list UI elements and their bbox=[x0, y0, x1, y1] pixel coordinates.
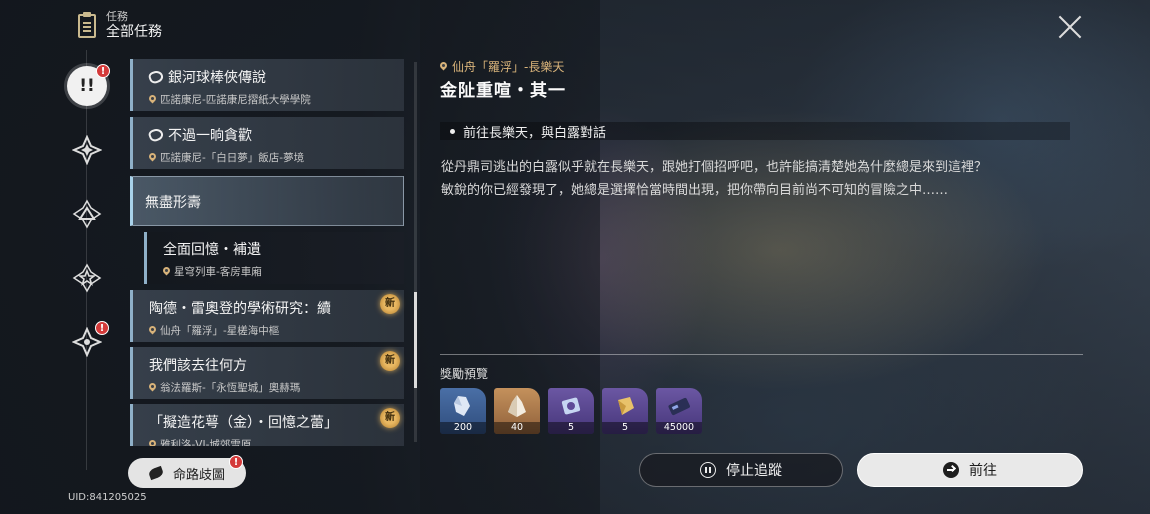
location-pin-icon bbox=[149, 153, 156, 162]
path-map-alert-badge: ! bbox=[229, 455, 243, 469]
header-section: 任務 bbox=[106, 10, 128, 23]
exclamation-icon: !! bbox=[79, 76, 95, 96]
reward-list: 200 40 5 5 45000 bbox=[440, 388, 702, 434]
arrow-right-icon bbox=[943, 462, 959, 478]
location-pin-icon bbox=[149, 383, 156, 392]
reward-quantity: 40 bbox=[494, 422, 540, 434]
purple-material-icon bbox=[561, 397, 581, 415]
quest-location: 翁法羅斯-「永恆聖城」奧赫瑪 bbox=[160, 382, 301, 394]
bullet-icon bbox=[450, 128, 455, 134]
quest-description-line: 從丹鼎司逃出的白露似乎就在長樂天，跟她打個招呼吧，也許能搞清楚她為什麼總是來到這… bbox=[441, 160, 988, 175]
star-emblem-icon bbox=[72, 263, 102, 293]
reward-item[interactable]: 5 bbox=[602, 388, 648, 434]
quest-description: 從丹鼎司逃出的白露似乎就在長樂天，跟她打個招呼吧，也許能搞清楚她為什麼總是來到這… bbox=[441, 156, 1081, 202]
quest-type-icon bbox=[149, 71, 163, 83]
quest-location: 仙舟「羅浮」-星槎海中樞 bbox=[160, 325, 280, 337]
quest-title: 銀河球棒俠傳說 bbox=[168, 70, 266, 86]
credit-icon bbox=[668, 397, 690, 416]
quest-group-title: 無盡形壽 bbox=[145, 195, 201, 211]
quest-title: 全面回憶・補遺 bbox=[163, 242, 261, 258]
quest-group-header[interactable]: 無盡形壽 bbox=[130, 176, 404, 226]
quest-list-item[interactable]: 我們該去往何方 翁法羅斯-「永恆聖城」奧赫瑪 新 bbox=[130, 347, 404, 399]
triangle-emblem-icon bbox=[72, 199, 102, 229]
new-badge: 新 bbox=[380, 408, 400, 428]
reward-quantity: 5 bbox=[548, 422, 594, 434]
new-badge: 新 bbox=[380, 351, 400, 371]
rail-category-button-3[interactable] bbox=[66, 257, 108, 299]
pause-icon bbox=[700, 462, 716, 478]
quest-detail-title: 金阯重喧・其一 bbox=[440, 81, 566, 101]
quest-list: 銀河球棒俠傳說 匹諾康尼-匹諾康尼摺紙大學學院 不過一晌貪歡 匹諾康尼-「白日夢… bbox=[130, 52, 406, 446]
location-pin-icon bbox=[440, 62, 447, 71]
gold-material-icon bbox=[618, 397, 634, 415]
rail-category-button-1[interactable] bbox=[66, 129, 108, 171]
quest-description-line: 敏銳的你已經發現了，她總是選擇恰當時間出現，把你帶向目前尚不可知的冒險之中…… bbox=[441, 183, 949, 198]
clipboard-icon bbox=[78, 11, 96, 38]
quest-type-icon bbox=[149, 129, 163, 141]
location-pin-icon bbox=[149, 440, 156, 446]
reward-item[interactable]: 200 bbox=[440, 388, 486, 434]
quest-location: 匹諾康尼-「白日夢」飯店-夢境 bbox=[160, 152, 305, 164]
page-title: 全部任務 bbox=[106, 24, 162, 40]
location-pin-icon bbox=[149, 95, 156, 104]
stop-tracking-label: 停止追蹤 bbox=[726, 463, 782, 479]
quest-title: 我們該去往何方 bbox=[149, 358, 247, 374]
quest-list-item[interactable]: 不過一晌貪歡 匹諾康尼-「白日夢」飯店-夢境 bbox=[130, 117, 404, 169]
location-pin-icon bbox=[149, 326, 156, 335]
stop-tracking-button[interactable]: 停止追蹤 bbox=[639, 453, 843, 487]
reward-quantity: 200 bbox=[440, 422, 486, 434]
quest-title: 陶德・雷奧登的學術研究：續 bbox=[149, 301, 331, 317]
quest-title: 「擬造花萼（金）・回憶之蕾」 bbox=[149, 415, 338, 431]
quest-detail-location: 仙舟「羅浮」-長樂天 bbox=[440, 58, 564, 75]
rail-category-alert-badge: ! bbox=[95, 321, 109, 335]
quest-detail-location-text: 仙舟「羅浮」-長樂天 bbox=[452, 60, 565, 74]
reward-quantity: 45000 bbox=[656, 422, 702, 434]
diamond-star-icon bbox=[72, 135, 102, 165]
quest-location: 星穹列車-客房車廂 bbox=[174, 266, 262, 278]
quest-list-item[interactable]: 「擬造花萼（金）・回憶之蕾」 雅利洛-VI-城郊雪原 新 bbox=[130, 404, 404, 446]
quest-location: 匹諾康尼-匹諾康尼摺紙大學學院 bbox=[160, 94, 311, 106]
crystal-icon bbox=[454, 396, 470, 416]
quest-list-item-selected[interactable]: 全面回憶・補遺 星穹列車-客房車廂 bbox=[144, 232, 404, 284]
rail-category-button-2[interactable] bbox=[66, 193, 108, 235]
quest-title: 不過一晌貪歡 bbox=[168, 128, 252, 144]
path-map-label: 命路歧圖 bbox=[172, 467, 225, 483]
quest-list-item[interactable]: 陶德・雷奧登的學術研究：續 仙舟「羅浮」-星槎海中樞 新 bbox=[130, 290, 404, 342]
divider bbox=[440, 354, 1083, 355]
reward-item[interactable]: 45000 bbox=[656, 388, 702, 434]
stellar-jade-icon bbox=[508, 395, 526, 417]
quest-location: 雅利洛-VI-城郊雪原 bbox=[160, 439, 252, 446]
reward-preview-label: 獎勵預覽 bbox=[440, 367, 489, 381]
quest-objective-text: 前往長樂天，與白露對話 bbox=[463, 125, 607, 141]
rail-alert-badge: ! bbox=[96, 64, 110, 78]
reward-item[interactable]: 5 bbox=[548, 388, 594, 434]
quest-list-item[interactable]: 銀河球棒俠傳說 匹諾康尼-匹諾康尼摺紙大學學院 bbox=[130, 59, 404, 111]
new-badge: 新 bbox=[380, 294, 400, 314]
go-label: 前往 bbox=[969, 463, 997, 479]
quest-objective: 前往長樂天，與白露對話 bbox=[440, 122, 1070, 141]
leaf-icon bbox=[147, 465, 165, 481]
close-button[interactable] bbox=[1058, 15, 1082, 39]
scrollbar-thumb[interactable] bbox=[414, 292, 417, 388]
reward-quantity: 5 bbox=[602, 422, 648, 434]
reward-item[interactable]: 40 bbox=[494, 388, 540, 434]
go-button[interactable]: 前往 bbox=[857, 453, 1083, 487]
location-pin-icon bbox=[163, 267, 170, 276]
uid-text: UID:841205025 bbox=[68, 492, 147, 503]
page-header: 任務 全部任務 bbox=[78, 10, 162, 41]
